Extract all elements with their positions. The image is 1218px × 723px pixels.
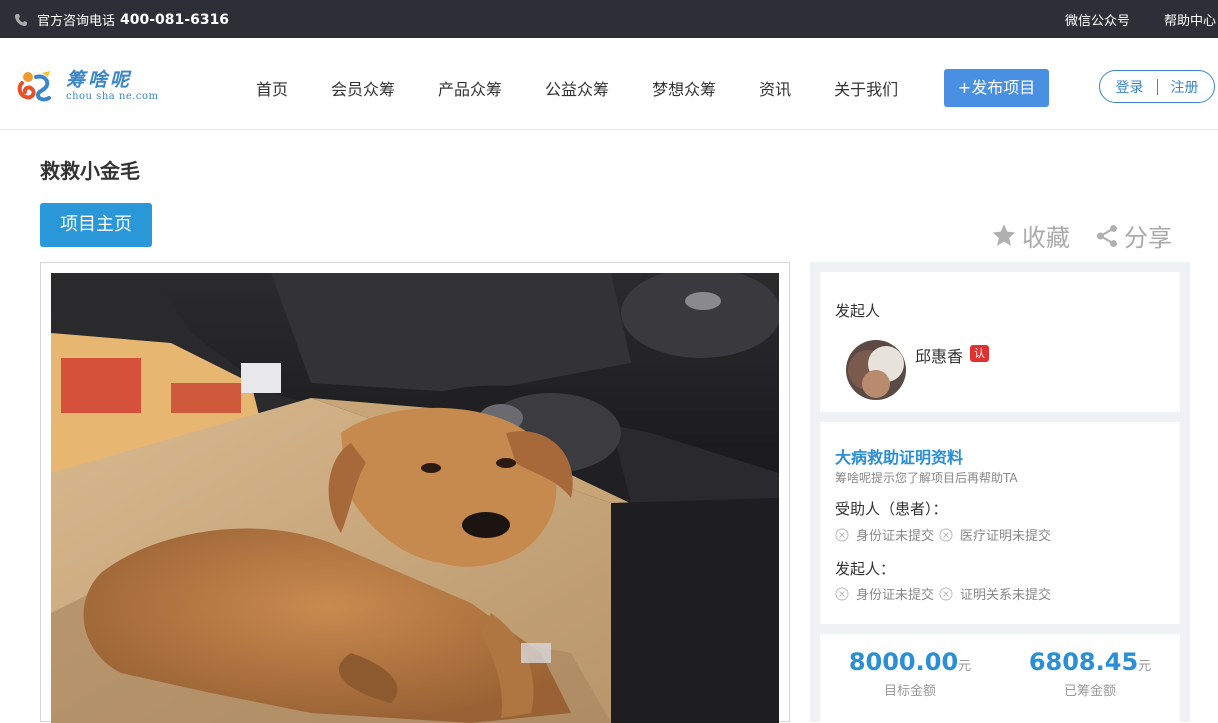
raised-value: 6808.45 bbox=[1028, 648, 1139, 676]
initiator-relation-text: 证明关系未提交 bbox=[960, 588, 1052, 603]
project-home-button[interactable]: 项目主页 bbox=[40, 203, 152, 247]
login-link[interactable]: 登录 bbox=[1116, 77, 1144, 97]
share-label: 分享 bbox=[1124, 224, 1172, 252]
nav-item-member-funding[interactable]: 会员众筹 bbox=[331, 76, 395, 100]
publish-project-button[interactable]: +发布项目 bbox=[944, 69, 1049, 107]
proof-title: 大病救助证明资料 bbox=[835, 448, 964, 467]
raised-unit: 元 bbox=[1138, 659, 1152, 674]
logo-name: 筹啥呢 bbox=[66, 69, 133, 91]
nav-item-charity-funding[interactable]: 公益众筹 bbox=[545, 76, 609, 100]
recipient-proof-row: 身份证未提交 医疗证明未提交 bbox=[835, 525, 1056, 544]
project-actions: 收藏 分享 bbox=[990, 218, 1172, 253]
project-photo[interactable] bbox=[51, 273, 779, 723]
project-sidebar: 发起人 邱惠香 认 大病救助证明资料 筹啥呢提示您了解项目后再帮助TA 受助人（… bbox=[810, 262, 1190, 722]
nav-item-dream-funding[interactable]: 梦想众筹 bbox=[652, 76, 716, 100]
initiator-id-text: 身份证未提交 bbox=[856, 588, 935, 603]
project-title: 救救小金毛 bbox=[40, 159, 140, 183]
star-icon bbox=[992, 224, 1016, 246]
target-amount: 8000.00元 目标金额 bbox=[820, 648, 1000, 699]
raised-label: 已筹金额 bbox=[1063, 684, 1116, 699]
recipient-medical-status: 医疗证明未提交 bbox=[939, 525, 1051, 544]
share-icon bbox=[1097, 224, 1117, 247]
verified-badge: 认 bbox=[970, 345, 989, 362]
initiator-id-status: 身份证未提交 bbox=[835, 584, 934, 603]
phone-icon bbox=[15, 13, 27, 26]
help-center-link[interactable]: 帮助中心 bbox=[1164, 10, 1216, 29]
favorite-button[interactable]: 收藏 bbox=[990, 218, 1070, 253]
auth-box: 登录 注册 bbox=[1099, 70, 1215, 103]
nav-item-home[interactable]: 首页 bbox=[256, 76, 288, 100]
logo-domain: chou sha ne.com bbox=[66, 91, 159, 102]
target-label: 目标金额 bbox=[883, 684, 936, 699]
initiator-avatar[interactable] bbox=[846, 340, 906, 400]
initiator-proof-row: 身份证未提交 证明关系未提交 bbox=[835, 584, 1056, 603]
register-link[interactable]: 注册 bbox=[1171, 77, 1199, 97]
target-unit: 元 bbox=[958, 659, 972, 674]
initiator-name[interactable]: 邱惠香 bbox=[915, 343, 963, 367]
share-button[interactable]: 分享 bbox=[1094, 218, 1172, 253]
site-logo[interactable]: 筹啥呢 chou sha ne.com bbox=[16, 69, 159, 105]
initiator-card: 发起人 邱惠香 认 bbox=[820, 272, 1180, 412]
x-circle-icon bbox=[939, 528, 953, 541]
proof-tip: 筹啥呢提示您了解项目后再帮助TA bbox=[835, 471, 1018, 485]
header: 筹啥呢 chou sha ne.com 首页 会员众筹 产品众筹 公益众筹 梦想… bbox=[0, 38, 1218, 130]
initiator-relation-status: 证明关系未提交 bbox=[939, 584, 1051, 603]
nav-item-news[interactable]: 资讯 bbox=[759, 76, 791, 100]
hotline: 官方咨询电话 400-081-6316 bbox=[14, 10, 229, 29]
recipient-id-status: 身份证未提交 bbox=[835, 525, 934, 544]
nav-item-about-us[interactable]: 关于我们 bbox=[834, 76, 898, 100]
recipient-medical-text: 医疗证明未提交 bbox=[960, 529, 1052, 544]
top-bar: 官方咨询电话 400-081-6316 微信公众号 帮助中心 bbox=[0, 0, 1218, 38]
nav-item-product-funding[interactable]: 产品众筹 bbox=[438, 76, 502, 100]
auth-divider bbox=[1156, 78, 1158, 95]
proof-card: 大病救助证明资料 筹啥呢提示您了解项目后再帮助TA 受助人（患者）： 身份证未提… bbox=[820, 422, 1180, 624]
wechat-link[interactable]: 微信公众号 bbox=[1065, 10, 1130, 29]
funding-card: 8000.00元 目标金额 6808.45元 已筹金额 bbox=[820, 634, 1180, 722]
recipient-id-text: 身份证未提交 bbox=[856, 529, 935, 544]
hotline-label: 官方咨询电话 bbox=[37, 14, 116, 29]
main-nav: 首页 会员众筹 产品众筹 公益众筹 梦想众筹 资讯 关于我们 bbox=[256, 76, 898, 100]
initiator-section-label: 发起人 bbox=[835, 302, 881, 320]
initiator-proof-label: 发起人： bbox=[835, 560, 896, 578]
logo-mark-icon bbox=[17, 71, 51, 102]
project-image-frame bbox=[40, 262, 790, 723]
x-circle-icon bbox=[835, 528, 849, 541]
x-circle-icon bbox=[835, 587, 849, 600]
favorite-label: 收藏 bbox=[1022, 224, 1070, 252]
x-circle-icon bbox=[939, 587, 953, 600]
recipient-label: 受助人（患者）： bbox=[835, 500, 948, 518]
raised-amount: 6808.45元 已筹金额 bbox=[1000, 648, 1180, 699]
hotline-number: 400-081-6316 bbox=[120, 11, 230, 28]
target-value: 8000.00 bbox=[848, 648, 959, 676]
